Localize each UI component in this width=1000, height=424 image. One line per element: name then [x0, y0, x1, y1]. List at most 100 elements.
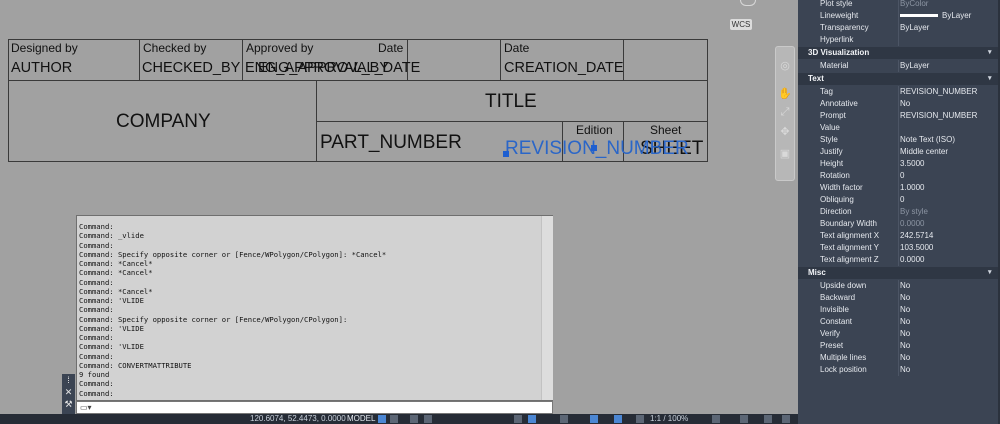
selection-grip[interactable] [591, 145, 597, 151]
property-value[interactable]: No [900, 280, 910, 292]
designed-by-value[interactable]: AUTHOR [11, 60, 72, 76]
property-value[interactable]: 0.0000 [900, 218, 924, 230]
property-row[interactable]: Value [798, 122, 1000, 134]
collapse-chevron-icon[interactable]: ▾ [988, 47, 992, 59]
isodraft-icon[interactable] [560, 415, 568, 423]
property-row[interactable]: Justify Middle center [798, 146, 1000, 158]
property-value[interactable]: 1.0000 [900, 182, 924, 194]
property-row[interactable]: Backward No [798, 292, 1000, 304]
property-row[interactable]: Hyperlink [798, 34, 1000, 46]
property-value[interactable]: Note Text (ISO) [900, 134, 955, 146]
property-row[interactable]: Width factor 1.0000 [798, 182, 1000, 194]
property-row[interactable]: Transparency ByLayer [798, 22, 1000, 34]
collapse-chevron-icon[interactable]: ▾ [988, 73, 992, 85]
property-value[interactable]: 0.0000 [900, 254, 924, 266]
part-number-attribute[interactable]: PART_NUMBER [320, 132, 462, 154]
property-value[interactable]: ByLayer [900, 22, 929, 34]
zoom-extents-icon[interactable]: ⤢ [778, 105, 792, 119]
property-value[interactable]: 0 [900, 170, 904, 182]
property-row[interactable]: Upside down No [798, 280, 1000, 292]
command-window-handle[interactable]: ⁞ ✕ ⚒ [62, 374, 75, 414]
property-row[interactable]: Direction By style [798, 206, 1000, 218]
property-value[interactable]: Middle center [900, 146, 948, 158]
property-value[interactable]: By style [900, 206, 928, 218]
property-row[interactable]: Obliquing 0 [798, 194, 1000, 206]
pan-icon[interactable]: ✋ [778, 87, 792, 101]
model-space-button[interactable]: MODEL [347, 414, 375, 424]
ortho-icon[interactable] [514, 415, 522, 423]
property-value[interactable]: REVISION_NUMBER [900, 86, 977, 98]
viewcube-compass[interactable] [740, 0, 756, 6]
object-snap-tracking-icon[interactable] [590, 415, 598, 423]
property-value[interactable]: No [900, 292, 910, 304]
company-attribute[interactable]: COMPANY [116, 111, 211, 133]
property-value[interactable]: ByLayer [900, 60, 929, 72]
property-row[interactable]: Constant No [798, 316, 1000, 328]
isolate-objects-icon[interactable] [740, 415, 748, 423]
command-line-input[interactable]: ▭▾ [76, 401, 553, 414]
property-row[interactable]: Height 3.5000 [798, 158, 1000, 170]
property-value[interactable]: No [900, 352, 910, 364]
fullscreen-icon[interactable] [764, 415, 772, 423]
property-row[interactable]: Boundary Width 0.0000 [798, 218, 1000, 230]
snap-icon[interactable] [390, 415, 398, 423]
creation-date-value[interactable]: CREATION_DATE [504, 60, 624, 76]
customize-wrench-icon[interactable]: ⚒ [62, 399, 75, 409]
property-value[interactable]: 0 [900, 194, 904, 206]
property-row[interactable]: Multiple lines No [798, 352, 1000, 364]
infer-constraints-icon[interactable] [410, 415, 418, 423]
property-value[interactable]: ByLayer [900, 10, 971, 22]
customization-icon[interactable] [782, 415, 790, 423]
checked-by-value[interactable]: CHECKED_BY [142, 60, 240, 76]
property-row[interactable]: Text alignment X 242.5714 [798, 230, 1000, 242]
property-row[interactable]: Preset No [798, 340, 1000, 352]
property-row[interactable]: Verify No [798, 328, 1000, 340]
property-row[interactable]: Plot style ByColor [798, 0, 1000, 10]
property-value[interactable]: ByColor [900, 0, 928, 10]
property-row[interactable]: Text alignment Y 103.5000 [798, 242, 1000, 254]
property-value[interactable]: 3.5000 [900, 158, 924, 170]
property-row[interactable]: Tag REVISION_NUMBER [798, 86, 1000, 98]
cursor-coordinates[interactable]: 120.6074, 52.4473, 0.0000 [250, 414, 346, 424]
property-value[interactable]: No [900, 364, 910, 376]
property-section-header[interactable]: Text ▾ [798, 73, 998, 85]
property-row[interactable]: Invisible No [798, 304, 1000, 316]
grid-icon[interactable] [378, 415, 386, 423]
property-row[interactable]: Lock position No [798, 364, 1000, 376]
polar-tracking-icon[interactable] [528, 415, 536, 423]
property-row[interactable]: Annotative No [798, 98, 1000, 110]
selection-grip[interactable] [503, 151, 509, 157]
wcs-menu-button[interactable]: WCS [730, 19, 752, 30]
property-row[interactable]: Prompt REVISION_NUMBER [798, 110, 1000, 122]
property-row[interactable]: Text alignment Z 0.0000 [798, 254, 1000, 266]
annotation-scale[interactable]: 1:1 / 100% [650, 414, 688, 424]
property-value[interactable]: No [900, 328, 910, 340]
showmotion-icon[interactable]: ▣ [778, 147, 792, 161]
property-value[interactable]: No [900, 316, 910, 328]
property-section-header[interactable]: 3D Visualization ▾ [798, 47, 998, 59]
grip-icon[interactable]: ⁞ [62, 375, 75, 385]
dynamic-input-icon[interactable] [424, 415, 432, 423]
object-snap-icon[interactable] [614, 415, 622, 423]
eng-approval-date-value[interactable]: ENG_APPROVAL_DATE [258, 60, 420, 76]
command-history-window[interactable]: Command: Command: _vlide Command: Command: … [76, 215, 553, 401]
close-icon[interactable]: ✕ [62, 387, 75, 397]
steering-wheel-icon[interactable]: ◎ [778, 59, 792, 73]
workspace-switch-icon[interactable] [712, 415, 720, 423]
property-value[interactable]: No [900, 340, 910, 352]
property-value[interactable]: No [900, 98, 910, 110]
orbit-icon[interactable]: ✥ [778, 125, 792, 139]
property-value[interactable]: No [900, 304, 910, 316]
title-attribute[interactable]: TITLE [485, 91, 537, 113]
property-row[interactable]: Style Note Text (ISO) [798, 134, 1000, 146]
property-value[interactable]: REVISION_NUMBER [900, 110, 977, 122]
command-prompt-icon[interactable]: ▭▾ [80, 403, 92, 412]
collapse-chevron-icon[interactable]: ▾ [988, 267, 992, 279]
property-value[interactable]: 103.5000 [900, 242, 933, 254]
property-row[interactable]: Lineweight ByLayer [798, 10, 1000, 22]
annotation-visibility-icon[interactable] [636, 415, 644, 423]
property-section-header[interactable]: Misc ▾ [798, 267, 998, 279]
property-row[interactable]: Rotation 0 [798, 170, 1000, 182]
property-value[interactable]: 242.5714 [900, 230, 933, 242]
command-history-scrollbar[interactable] [541, 216, 553, 400]
